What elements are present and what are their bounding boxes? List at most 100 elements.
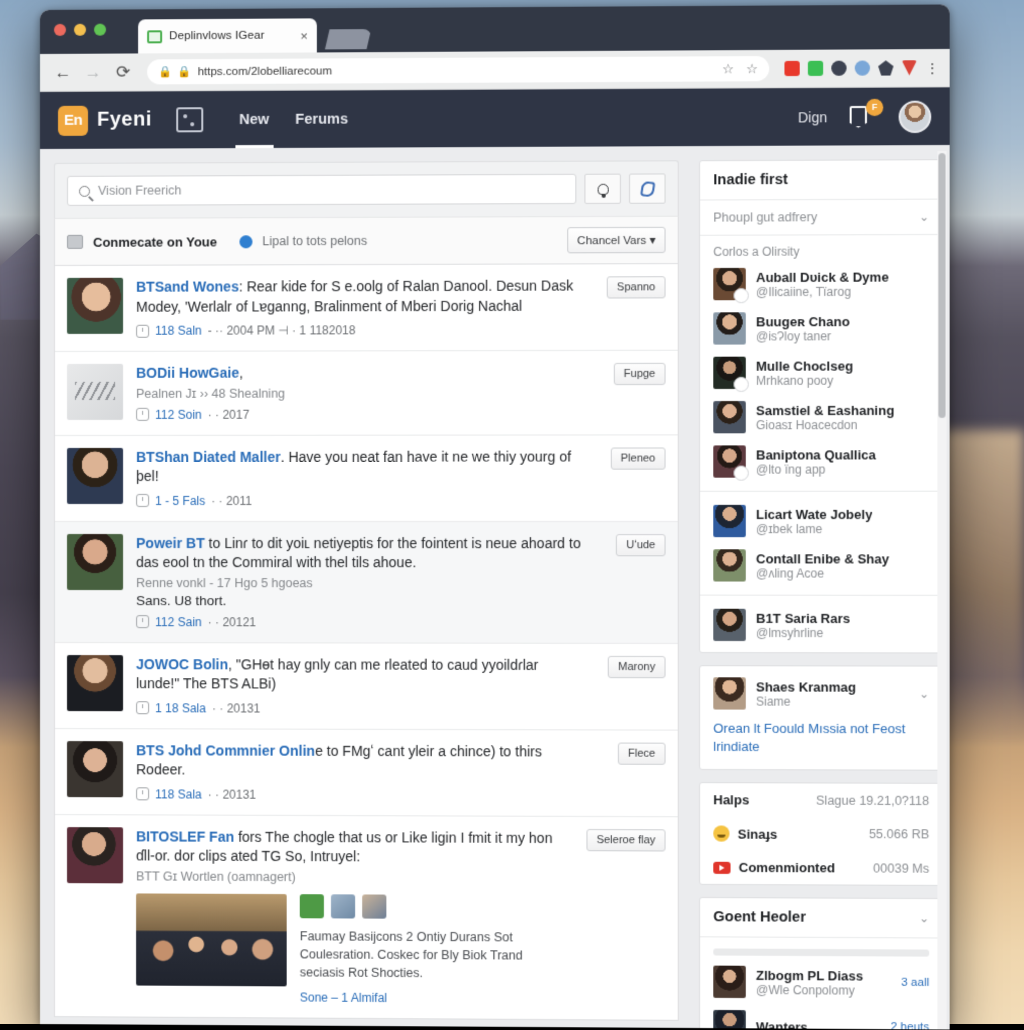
list-item[interactable]: Baniptona Quallica @lto ïng app: [700, 439, 942, 484]
avatar[interactable]: [898, 100, 932, 133]
feed-item[interactable]: Poweir BT to Linɾ to dit yoiʟ netiyeptis…: [54, 521, 678, 644]
bookmark-star-icon[interactable]: ☆: [746, 61, 758, 77]
brand-name[interactable]: Fyeni: [97, 108, 152, 131]
site-logo-icon[interactable]: En: [58, 105, 89, 136]
post-stat-count[interactable]: 112 Sain: [155, 615, 202, 629]
chevron-down-icon[interactable]: ⌄: [919, 911, 929, 925]
calendar-icon[interactable]: [175, 107, 204, 133]
feed-item[interactable]: BTS Johd Commnier Online to FMgʻ cant yl…: [54, 728, 678, 817]
feed-item[interactable]: JOWOC Bolin, "GHɵt hay gnly can me rleat…: [54, 642, 678, 731]
feed-item[interactable]: BTShan Diated Maller. Have you neat fan …: [54, 434, 678, 522]
nav-item-forums[interactable]: Ferums: [295, 90, 348, 147]
promo-header[interactable]: Shaes Kranmag Siame ⌄: [713, 677, 929, 710]
list-item[interactable]: Wanters 2 heuts: [700, 1004, 942, 1030]
list-item[interactable]: Auball Dᴜick & Dyme @Ilicaiine, Tїarog: [700, 261, 942, 306]
vertical-scrollbar[interactable]: [937, 151, 947, 1030]
post-author-link[interactable]: BTShan Diated Maller: [136, 448, 280, 464]
post-stat-count[interactable]: 118 Sala: [155, 787, 202, 801]
maximize-window-button[interactable]: [94, 23, 107, 36]
stat-row[interactable]: Halps Slague 19.21,0?118: [700, 783, 942, 817]
avatar[interactable]: [67, 447, 124, 504]
close-window-button[interactable]: [53, 23, 67, 36]
browser-tab[interactable]: Deplinvlows IGear ×: [138, 18, 317, 54]
avatar[interactable]: [67, 826, 124, 883]
tab-close-icon[interactable]: ×: [300, 28, 308, 43]
kebab-menu-icon[interactable]: ⋮: [925, 60, 939, 76]
filter-dropdown[interactable]: Chancel Vars ▾: [567, 226, 666, 254]
extension-icon-4[interactable]: [854, 60, 871, 76]
post-stat-count[interactable]: 1 - 5 Fals: [155, 493, 205, 507]
avatar[interactable]: [713, 356, 749, 392]
card-title[interactable]: Goent Heoler ⌄: [700, 897, 943, 939]
avatar[interactable]: [67, 533, 124, 590]
avatar[interactable]: [713, 549, 746, 582]
group-photo-thumbnail[interactable]: [136, 892, 287, 986]
avatar[interactable]: [713, 1009, 746, 1030]
post-action-button[interactable]: Pleneo: [610, 446, 666, 470]
minimize-window-button[interactable]: [74, 23, 87, 36]
address-bar[interactable]: 🔒 🔒 https.com/2lobelliarecoum ☆ ☆: [147, 56, 770, 85]
post-stat-count[interactable]: 112 Soin: [155, 407, 202, 421]
feed-item[interactable]: BTSand Wones: Rear kide for S e.oolg of …: [54, 264, 678, 352]
forward-button[interactable]: →: [80, 62, 106, 82]
extension-icon-5[interactable]: [878, 60, 893, 75]
list-item[interactable]: Samstiel & Eashaning Gioasɪ Hoacecdon: [700, 395, 942, 440]
list-item[interactable]: Contall Enibe & Shay @ʌling Acoe: [700, 543, 942, 588]
post-action-button[interactable]: Marony: [608, 655, 666, 678]
post-author-link[interactable]: Poweir BT: [136, 535, 205, 551]
stat-row[interactable]: Comenmionted 00039 Ms: [700, 851, 942, 885]
avatar[interactable]: [713, 267, 749, 304]
extension-icon-3[interactable]: [831, 60, 847, 76]
avatar[interactable]: [67, 363, 124, 420]
nav-item-new[interactable]: New: [239, 91, 269, 148]
star-icon[interactable]: ☆: [722, 61, 734, 77]
bell-button[interactable]: [584, 173, 621, 204]
list-item[interactable]: Zlbogm PL Diass @Wle Conpolomy 3 aall: [700, 959, 942, 1005]
search-input[interactable]: Vision Freerich: [67, 173, 577, 206]
extension-icon-1[interactable]: [784, 60, 800, 77]
post-author-link[interactable]: BITOSLEF Fan: [136, 828, 234, 844]
card-filter-select[interactable]: Phoupl gut adfrery ⌄: [700, 199, 943, 236]
post-action-button[interactable]: Fupge: [613, 362, 666, 386]
avatar[interactable]: [67, 654, 124, 711]
attachment-chip-icon[interactable]: [362, 893, 387, 919]
avatar[interactable]: [713, 401, 746, 434]
extension-icon-6[interactable]: [902, 60, 917, 75]
list-item[interactable]: Mulle Choclseg Mrhkano pooy: [700, 350, 942, 395]
extension-icon-2[interactable]: [807, 60, 824, 76]
new-tab-button[interactable]: [325, 29, 371, 49]
post-author-link[interactable]: BTSand Wones: [136, 278, 239, 294]
reload-button[interactable]: ⟳: [110, 62, 136, 82]
post-stat-count[interactable]: 1 18 Sala: [155, 701, 206, 715]
attachment-chip-icon[interactable]: [299, 893, 324, 918]
avatar[interactable]: [67, 740, 124, 797]
promo-link[interactable]: Orean lt Foould Mıssia not Feost lrindia…: [713, 720, 929, 757]
avatar[interactable]: [713, 965, 746, 999]
avatar[interactable]: [67, 277, 124, 334]
feed-item[interactable]: BODii HowGaie, Pealnen Jɪ ›› 48 Shealnin…: [54, 350, 678, 436]
post-author-link[interactable]: BTS Johd Commnier Onlin: [136, 742, 315, 759]
avatar[interactable]: [713, 504, 746, 538]
back-button[interactable]: ←: [50, 62, 76, 82]
post-action-button[interactable]: Seleroe flay: [586, 828, 666, 851]
list-item[interactable]: Buugeʀ Chano @isɁloy taner: [700, 306, 942, 351]
scrollbar-thumb[interactable]: [938, 153, 946, 418]
avatar[interactable]: [713, 312, 746, 345]
feed-item[interactable]: BITOSLEF Fan fors The chogle that us or …: [55, 815, 678, 1020]
stat-row[interactable]: Sinaɟs 55.066 RB: [700, 816, 942, 851]
post-author-link[interactable]: BODii HowGaie: [136, 365, 239, 381]
post-author-link[interactable]: JOWOC Bolin: [136, 656, 228, 672]
avatar[interactable]: [713, 608, 746, 642]
post-action-button[interactable]: Flece: [617, 742, 666, 765]
attachment-link[interactable]: Sone – 1 Almifal: [300, 990, 563, 1006]
avatar[interactable]: [713, 677, 746, 710]
post-action-button[interactable]: Spanno: [606, 276, 666, 299]
attachment-chip-icon[interactable]: [330, 893, 356, 919]
list-item[interactable]: Licart Wate Jobely @ɪbek lame: [700, 499, 942, 543]
list-item[interactable]: B1T Saria Rars @lmsyhrline: [700, 603, 942, 653]
post-action-button[interactable]: Uʻude: [616, 533, 666, 556]
signin-link[interactable]: Dign: [798, 109, 827, 125]
phone-button[interactable]: [629, 173, 666, 204]
post-stat-count[interactable]: 118 Saln: [155, 324, 202, 338]
notifications-button[interactable]: F: [850, 98, 884, 129]
